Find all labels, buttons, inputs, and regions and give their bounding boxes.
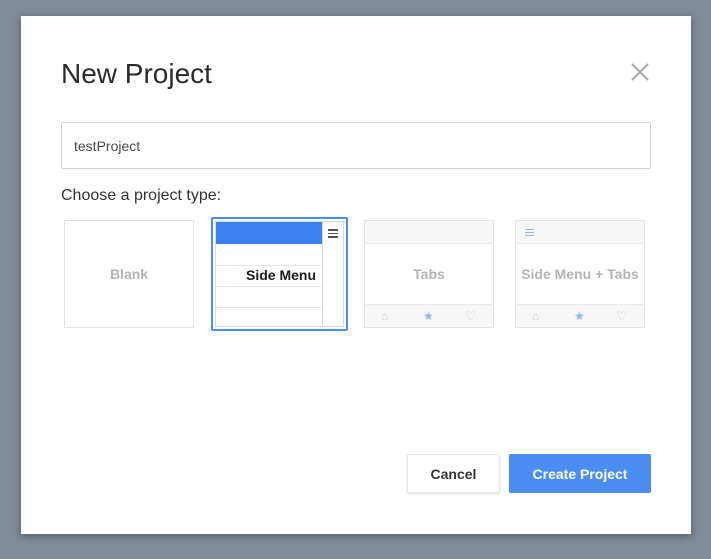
- project-type-label: Choose a project type:: [61, 187, 222, 204]
- new-project-dialog: New Project Choose a project type: Blank…: [21, 16, 691, 534]
- project-type-blank-label: Blank: [109, 266, 149, 282]
- side-menu-preview: Side Menu: [215, 221, 344, 327]
- preview-row-divider: [216, 265, 322, 266]
- project-type-side-menu[interactable]: Side Menu: [211, 217, 348, 331]
- preview-tab-bar: ⌂ ★ ♡: [365, 304, 493, 327]
- preview-row-divider: [216, 307, 322, 308]
- create-project-button[interactable]: Create Project: [509, 454, 651, 493]
- project-type-side-menu-label: Side Menu: [246, 267, 317, 283]
- project-type-side-menu-tabs[interactable]: Side Menu + Tabs ⌂ ★ ♡: [515, 220, 645, 328]
- cancel-button[interactable]: Cancel: [407, 454, 500, 493]
- hamburger-icon: [328, 229, 338, 240]
- dialog-title: New Project: [61, 58, 212, 89]
- home-icon: ⌂: [532, 309, 540, 323]
- home-icon: ⌂: [381, 309, 389, 323]
- project-name-input[interactable]: [61, 122, 651, 169]
- star-icon: ★: [574, 309, 585, 323]
- preview-tab-bar: ⌂ ★ ♡: [516, 304, 644, 327]
- preview-header-bar: [216, 222, 322, 244]
- star-icon: ★: [423, 309, 434, 323]
- close-icon[interactable]: [628, 60, 652, 84]
- preview-menu-divider: [322, 222, 323, 326]
- project-type-blank[interactable]: Blank: [64, 220, 194, 328]
- project-type-tabs[interactable]: Tabs ⌂ ★ ♡: [364, 220, 494, 328]
- heart-icon: ♡: [465, 309, 476, 323]
- preview-row-divider: [216, 286, 322, 287]
- heart-icon: ♡: [616, 309, 627, 323]
